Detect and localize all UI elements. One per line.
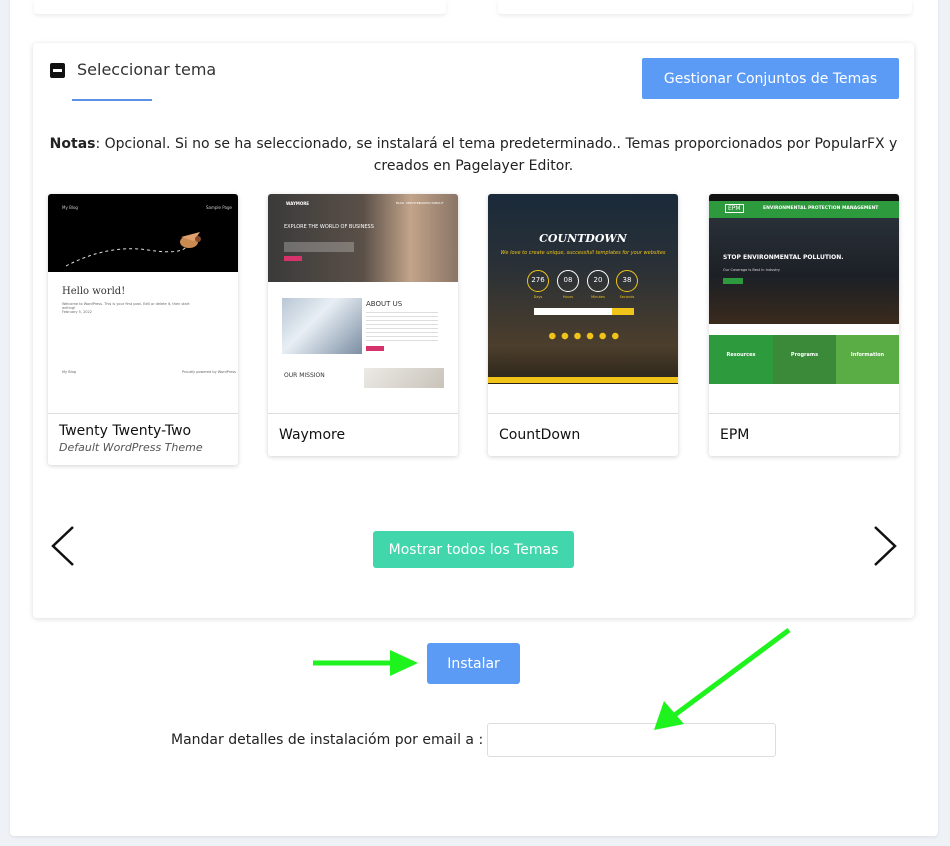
theme-name: CountDown	[499, 427, 581, 443]
theme-description: Default WordPress Theme	[59, 441, 203, 454]
theme-thumbnail[interactable]: My Blog Sample Page Hello world! Welcome…	[48, 194, 238, 414]
preview-title: COUNTDOWN	[539, 232, 627, 245]
preview-col-2: Programs	[790, 352, 819, 358]
theme-name: EPM	[720, 427, 750, 443]
preview-col-3: Information	[850, 352, 885, 358]
preview-count-2: 08	[557, 270, 579, 292]
preview-unit-1: Days	[533, 295, 543, 299]
preview-logo: WAYMORE	[286, 201, 310, 206]
theme-name: Twenty Twenty-Two	[59, 423, 192, 439]
preview-col-1: Resources	[726, 352, 756, 358]
preview-footer-right: Proudly powered by WordPress	[182, 370, 236, 374]
previous-card-left	[34, 0, 446, 14]
preview-count-3: 20	[587, 270, 609, 292]
preview-tagline: We love to create unique, successfull te…	[500, 250, 666, 256]
previous-card-right	[498, 0, 912, 14]
manage-theme-sets-button[interactable]: Gestionar Conjuntos de Temas	[642, 58, 899, 99]
theme-selection-panel: Seleccionar tema Gestionar Conjuntos de …	[33, 43, 914, 618]
bird-illustration	[65, 232, 201, 267]
preview-footer-left: My Blog	[62, 370, 76, 374]
preview-logo: EPM	[725, 204, 744, 213]
email-input[interactable]	[487, 723, 776, 757]
preview-body: Welcome to WordPress. This is your first…	[62, 302, 190, 310]
preview-nav-4: ABOUT	[433, 201, 444, 205]
preview-nav-1: BLOG	[396, 201, 405, 205]
theme-card-twenty-twenty-two[interactable]: My Blog Sample Page Hello world! Welcome…	[48, 194, 238, 465]
theme-thumbnail[interactable]: EPM ENVIRONMENTAL PROTECTION MANAGEMENT …	[709, 194, 899, 414]
preview-count-4: 38	[616, 270, 638, 292]
theme-card-countdown[interactable]: COUNTDOWN We love to create unique, succ…	[488, 194, 678, 456]
preview-sub: Our Coverage Is Best In Industry	[723, 268, 780, 272]
preview-heading: Hello world!	[62, 286, 126, 297]
chevron-right-icon[interactable]	[871, 525, 899, 567]
show-all-themes-button[interactable]: Mostrar todos los Temas	[373, 531, 574, 568]
theme-thumbnail[interactable]: COUNTDOWN We love to create unique, succ…	[488, 194, 678, 414]
notes-text: Notas: Opcional. Si no se ha seleccionad…	[47, 133, 900, 177]
preview-unit-3: Minutes	[591, 295, 605, 299]
install-button[interactable]: Instalar	[427, 643, 520, 684]
preview-hero: EXPLORE THE WORLD OF BUSINESS	[284, 224, 374, 230]
minus-square-icon[interactable]	[50, 63, 65, 78]
preview-count-1: 276	[527, 270, 549, 292]
preview-about: ABOUT US	[366, 300, 403, 308]
notes-body: : Opcional. Si no se ha seleccionado, se…	[95, 136, 898, 174]
preview-nav-3: CONTACT	[419, 201, 434, 205]
theme-thumbnail[interactable]: WAYMORE BLOG SERVICES CONTACT ABOUT EXPL…	[268, 194, 458, 414]
section-title: Seleccionar tema	[77, 60, 217, 79]
section-title-underline	[72, 99, 152, 101]
preview-banner: ENVIRONMENTAL PROTECTION MANAGEMENT	[763, 206, 879, 211]
email-label: Mandar detalles de instalacióm por email…	[171, 732, 484, 748]
preview-date: February 5, 2022	[62, 310, 92, 314]
preview-hero: STOP ENVIRONMENTAL POLLUTION.	[723, 254, 844, 261]
preview-unit-2: Hours	[562, 295, 574, 299]
theme-card-waymore[interactable]: WAYMORE BLOG SERVICES CONTACT ABOUT EXPL…	[268, 194, 458, 456]
chevron-left-icon[interactable]	[49, 525, 77, 567]
notes-label: Notas	[49, 136, 96, 152]
preview-mission: OUR MISSION	[284, 372, 325, 379]
preview-unit-4: Seconds	[619, 295, 635, 299]
theme-name: Waymore	[279, 427, 346, 443]
theme-card-epm[interactable]: EPM ENVIRONMENTAL PROTECTION MANAGEMENT …	[709, 194, 899, 456]
